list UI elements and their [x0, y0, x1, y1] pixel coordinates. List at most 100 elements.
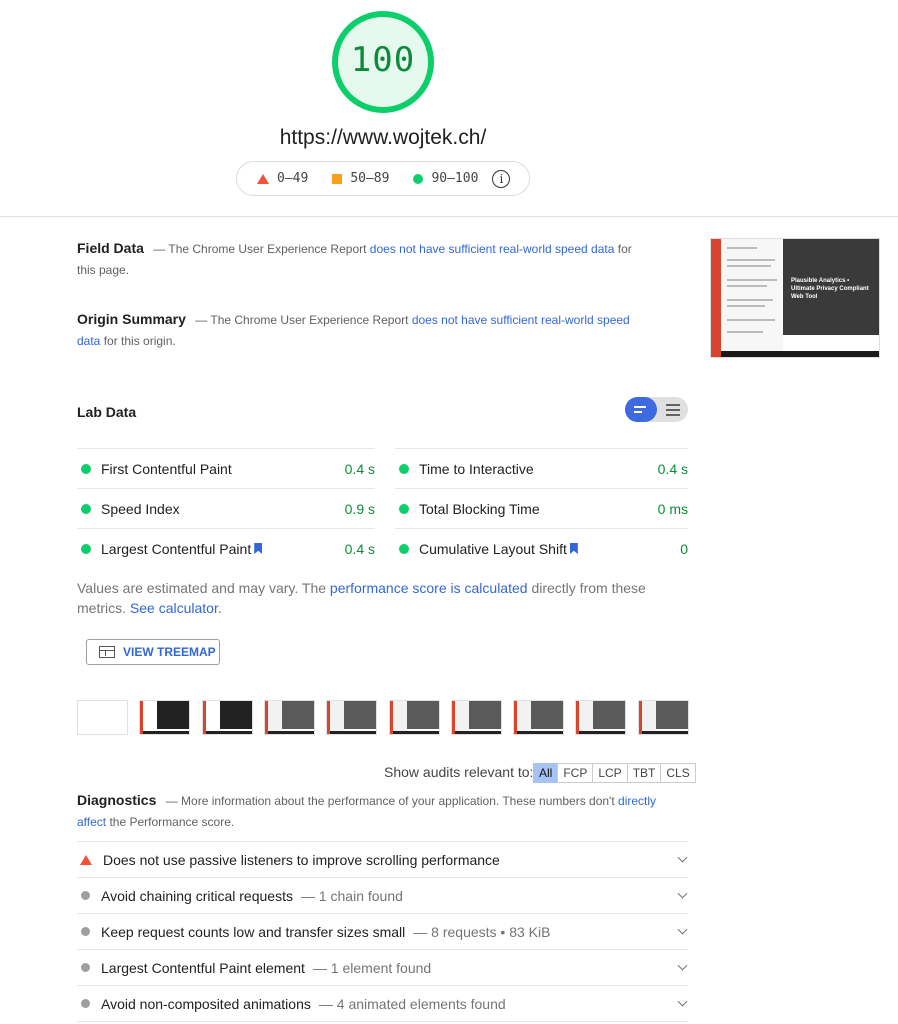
- pass-circle-icon: [399, 463, 409, 474]
- chevron-down-icon[interactable]: [677, 852, 688, 863]
- info-circle-icon: [81, 963, 90, 972]
- legend-fail: 0–49: [257, 171, 308, 186]
- filmstrip-frame: [513, 700, 564, 735]
- audit-filter-buttons: All FCP LCP TBT CLS: [533, 763, 696, 783]
- audit-title: Avoid chaining critical requests: [101, 887, 293, 904]
- page-url: https://www.wojtek.ch/: [279, 126, 487, 149]
- values-note: Values are estimated and may vary. The p…: [77, 578, 677, 618]
- audit-row[interactable]: Does not use passive listeners to improv…: [77, 841, 688, 877]
- metric-value: 0.4 s: [344, 540, 375, 557]
- field-data-title: Field Data: [77, 240, 144, 256]
- metric-value: 0.4 s: [657, 460, 688, 477]
- chevron-down-icon[interactable]: [677, 888, 688, 899]
- screenshot-panel: [721, 239, 783, 351]
- score-legend: 0–49 50–89 90–100 i: [236, 161, 530, 196]
- filter-cls-button[interactable]: CLS: [660, 763, 696, 783]
- compact-view-button[interactable]: [625, 397, 657, 422]
- audit-row[interactable]: Largest Contentful Paint element — 1 elem…: [77, 949, 688, 985]
- metrics-right-column: Time to Interactive 0.4 s Total Blocking T…: [395, 448, 688, 568]
- fail-triangle-icon: [257, 173, 269, 184]
- core-web-vital-bookmark-icon: [569, 543, 578, 554]
- metric-row: Largest Contentful Paint 0.4 s: [77, 528, 375, 568]
- diagnostics-text: — More information about the performance…: [165, 794, 619, 808]
- see-calculator-link[interactable]: See calculator.: [130, 600, 222, 616]
- filmstrip-frame: [389, 700, 440, 735]
- chevron-down-icon[interactable]: [677, 996, 688, 1007]
- diagnostics-section: Diagnostics — More information about the…: [77, 790, 677, 833]
- metric-row: Total Blocking Time 0 ms: [395, 488, 688, 528]
- score-calculated-link[interactable]: performance score is calculated: [330, 580, 528, 596]
- diagnostics-title: Diagnostics: [77, 792, 157, 808]
- audit-title: Does not use passive listeners to improv…: [103, 851, 500, 868]
- filter-all-button[interactable]: All: [533, 763, 559, 783]
- screenshot-footer: [721, 351, 879, 357]
- origin-summary-suffix: for this origin.: [100, 334, 176, 348]
- metric-row: Cumulative Layout Shift 0: [395, 528, 688, 568]
- view-treemap-button[interactable]: VIEW TREEMAP: [86, 639, 220, 665]
- legend-pass-label: 90–100: [431, 171, 479, 186]
- filmstrip-frame: [77, 700, 128, 735]
- legend-average: 50–89: [332, 171, 389, 186]
- metric-label: Time to Interactive: [419, 460, 534, 477]
- filter-fcp-button[interactable]: FCP: [557, 763, 594, 783]
- compact-lines-icon: [634, 406, 648, 413]
- screenshot-headline: Plausible Analytics • Ultimate Privacy C…: [791, 278, 869, 300]
- filmstrip-frame: [326, 700, 377, 735]
- performance-score: 100: [350, 40, 416, 80]
- audit-detail: — 4 animated elements found: [318, 995, 506, 1012]
- metric-label: Total Blocking Time: [419, 500, 540, 517]
- pass-circle-icon: [399, 543, 409, 554]
- metric-label: Speed Index: [101, 500, 180, 517]
- header-divider: [0, 216, 898, 217]
- metric-label: First Contentful Paint: [101, 460, 232, 477]
- metric-label: Cumulative Layout Shift: [419, 540, 567, 557]
- origin-summary-section: Origin Summary — The Chrome User Experie…: [77, 309, 637, 352]
- metric-value: 0.9 s: [344, 500, 375, 517]
- chevron-down-icon[interactable]: [677, 924, 688, 935]
- origin-summary-text: — The Chrome User Experience Report: [195, 313, 412, 327]
- pass-circle-icon: [81, 503, 91, 514]
- treemap-icon: [99, 646, 115, 658]
- expanded-lines-icon: [665, 403, 680, 416]
- metrics-left-column: First Contentful Paint 0.4 s Speed Index 0.…: [77, 448, 375, 568]
- metric-row: Speed Index 0.9 s: [77, 488, 375, 528]
- diagnostics-suffix: the Performance score.: [106, 815, 235, 829]
- filmstrip-frame: [202, 700, 253, 735]
- filmstrip-frame: [638, 700, 689, 735]
- filmstrip-frame: [139, 700, 190, 735]
- pass-circle-icon: [81, 463, 91, 474]
- audit-row[interactable]: Avoid non-composited animations — 4 anima…: [77, 985, 688, 1021]
- metric-label: Largest Contentful Paint: [101, 540, 252, 557]
- metric-row: Time to Interactive 0.4 s: [395, 448, 688, 488]
- metric-value: 0: [680, 540, 688, 557]
- fail-triangle-icon: [80, 854, 92, 865]
- final-screenshot[interactable]: Plausible Analytics • Ultimate Privacy C…: [710, 238, 880, 358]
- view-treemap-label: VIEW TREEMAP: [123, 645, 216, 659]
- filter-lcp-button[interactable]: LCP: [592, 763, 628, 783]
- audit-title: Largest Contentful Paint element: [101, 959, 305, 976]
- metric-value: 0 ms: [657, 500, 688, 517]
- diagnostics-audit-list: Does not use passive listeners to improv…: [77, 841, 688, 1021]
- chevron-down-icon[interactable]: [677, 960, 688, 971]
- legend-pass: 90–100: [413, 171, 478, 186]
- audit-row[interactable]: Keep request counts low and transfer siz…: [77, 913, 688, 949]
- metric-value: 0.4 s: [344, 460, 375, 477]
- field-data-section: Field Data — The Chrome User Experience …: [77, 238, 637, 281]
- info-icon[interactable]: i: [492, 169, 511, 188]
- legend-average-label: 50–89: [350, 171, 390, 186]
- field-data-link[interactable]: does not have sufficient real-world spee…: [370, 242, 615, 256]
- values-note-text: Values are estimated and may vary. The: [77, 580, 330, 596]
- filmstrip-frame: [451, 700, 502, 735]
- audit-row[interactable]: Avoid chaining critical requests — 1 chai…: [77, 877, 688, 913]
- audit-filter-label: Show audits relevant to:: [384, 764, 534, 780]
- pass-circle-icon: [81, 543, 91, 554]
- legend-fail-label: 0–49: [277, 171, 309, 186]
- audit-title: Avoid non-composited animations: [101, 995, 311, 1012]
- average-square-icon: [332, 173, 343, 184]
- metric-row: First Contentful Paint 0.4 s: [77, 448, 375, 488]
- expanded-view-button[interactable]: [657, 397, 688, 422]
- info-circle-icon: [81, 999, 90, 1008]
- core-web-vital-bookmark-icon: [254, 543, 263, 554]
- metric-view-toggle[interactable]: [625, 397, 688, 422]
- filter-tbt-button[interactable]: TBT: [626, 763, 662, 783]
